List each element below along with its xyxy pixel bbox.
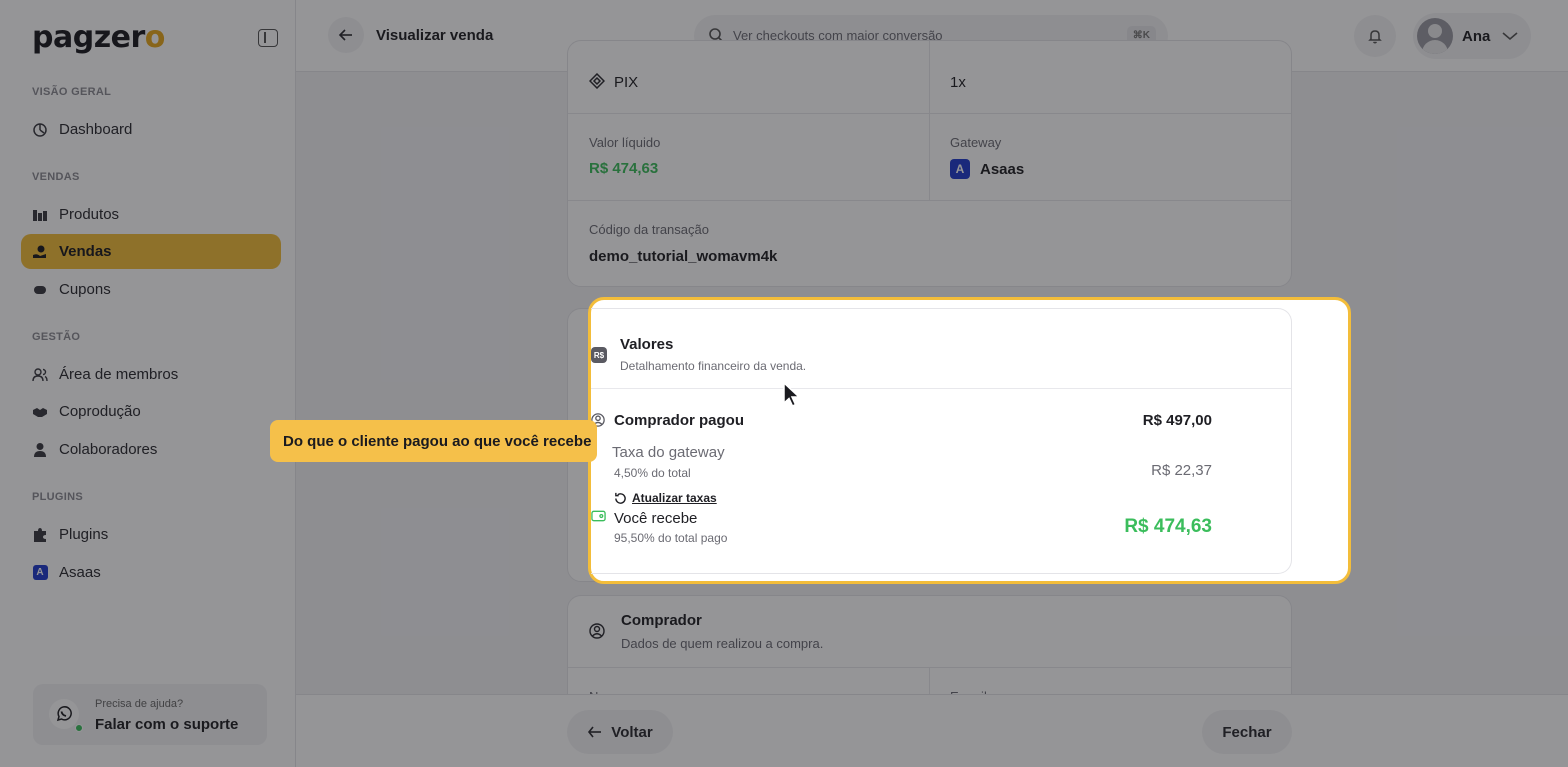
divider (591, 388, 1291, 389)
you-receive-label: Você recebe (614, 510, 698, 527)
gateway-fee-value: R$ 22,37 (1151, 462, 1212, 479)
tutorial-tooltip: Do que o cliente pagou ao que você receb… (270, 420, 597, 462)
you-receive-value: R$ 474,63 (1124, 516, 1212, 537)
buyer-paid-value: R$ 497,00 (1142, 412, 1212, 429)
refresh-fees-link[interactable]: Atualizar taxas (614, 491, 717, 505)
values-title: Valores (620, 336, 674, 353)
gateway-fee-label: Taxa do gateway (612, 444, 725, 461)
refresh-fees-label: Atualizar taxas (632, 491, 717, 505)
currency-icon: R$ (591, 347, 607, 363)
buyer-paid-label: Comprador pagou (614, 412, 744, 429)
you-receive-percent: 95,50% do total pago (614, 531, 728, 545)
mouse-cursor-icon (783, 382, 801, 408)
gateway-fee-percent: 4,50% do total (614, 466, 691, 480)
values-highlight: R$ Valores Detalhamento financeiro da ve… (588, 297, 1351, 584)
wallet-icon (591, 510, 606, 522)
refresh-icon (615, 492, 626, 504)
values-card: R$ Valores Detalhamento financeiro da ve… (591, 308, 1292, 574)
values-subtitle: Detalhamento financeiro da venda. (620, 359, 807, 373)
